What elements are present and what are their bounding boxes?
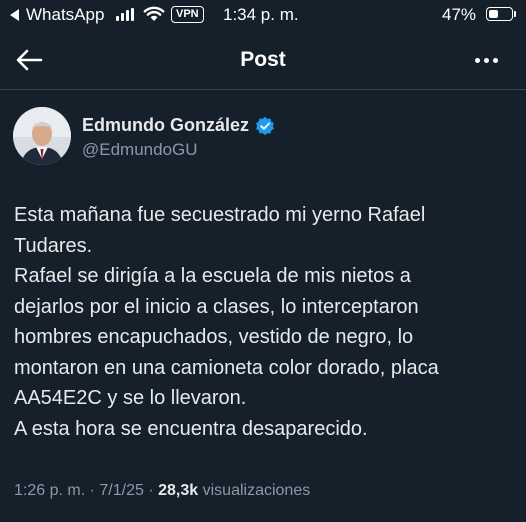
post-text-line: montaron en una camioneta color dorado, … <box>14 356 439 379</box>
post-text-line: dejarlos por el inicio a clases, lo inte… <box>14 295 419 318</box>
verified-badge-icon <box>256 116 274 135</box>
status-bar: WhatsApp VPN 1:34 p. m. 47% <box>0 0 526 30</box>
meta-separator: · <box>148 482 159 499</box>
post-text-line: hombres encapuchados, vestido de negro, … <box>14 326 414 348</box>
author-handle[interactable]: @EdmundoGU <box>82 140 198 160</box>
post-text-line: Tudares. <box>14 234 93 257</box>
ellipsis-dot <box>483 57 489 63</box>
back-triangle-icon <box>10 9 19 21</box>
page-title: Post <box>240 48 286 71</box>
views-label: visualizaciones <box>202 482 311 499</box>
avatar[interactable] <box>13 107 71 165</box>
more-options-button[interactable] <box>471 50 501 70</box>
header-divider <box>0 89 526 90</box>
post-text-line: AA54E2C y se lo llevaron. <box>14 387 247 409</box>
ellipsis-horizontal-icon <box>474 57 480 63</box>
post-text-line: Rafael se dirigía a la escuela de mis ni… <box>14 265 411 287</box>
post-text-line: Esta mañana fue secuestrado mi yerno Raf… <box>14 204 426 226</box>
views-count[interactable]: 28,3k <box>158 482 198 499</box>
post-text-line: A esta hora se encuentra desaparecido. <box>14 417 368 440</box>
author-name[interactable]: Edmundo González <box>82 115 275 136</box>
back-app-label: WhatsApp <box>26 5 105 24</box>
battery-percent: 47% <box>442 5 477 24</box>
post-date[interactable]: 7/1/25 <box>99 482 143 499</box>
post-time[interactable]: 1:26 p. m. <box>14 482 85 499</box>
avatar-image <box>13 107 71 165</box>
battery-icon <box>486 7 513 21</box>
battery-fill <box>488 9 499 18</box>
post-text: Esta mañana fue secuestrado mi yerno Raf… <box>14 200 514 444</box>
back-to-app[interactable]: WhatsApp <box>10 5 104 25</box>
status-time: 1:34 p. m. <box>223 5 299 24</box>
ellipsis-dot <box>492 57 498 63</box>
author-name-label: Edmundo González <box>82 115 250 135</box>
battery-tip <box>514 11 516 17</box>
post-meta: 1:26 p. m. · 7/1/25 · 28,3k visualizacio… <box>14 482 310 500</box>
vpn-badge: VPN <box>171 6 204 23</box>
post-header: Post <box>0 38 526 82</box>
meta-separator: · <box>89 482 100 499</box>
wifi-icon <box>143 6 165 21</box>
signal-icon <box>116 8 134 21</box>
